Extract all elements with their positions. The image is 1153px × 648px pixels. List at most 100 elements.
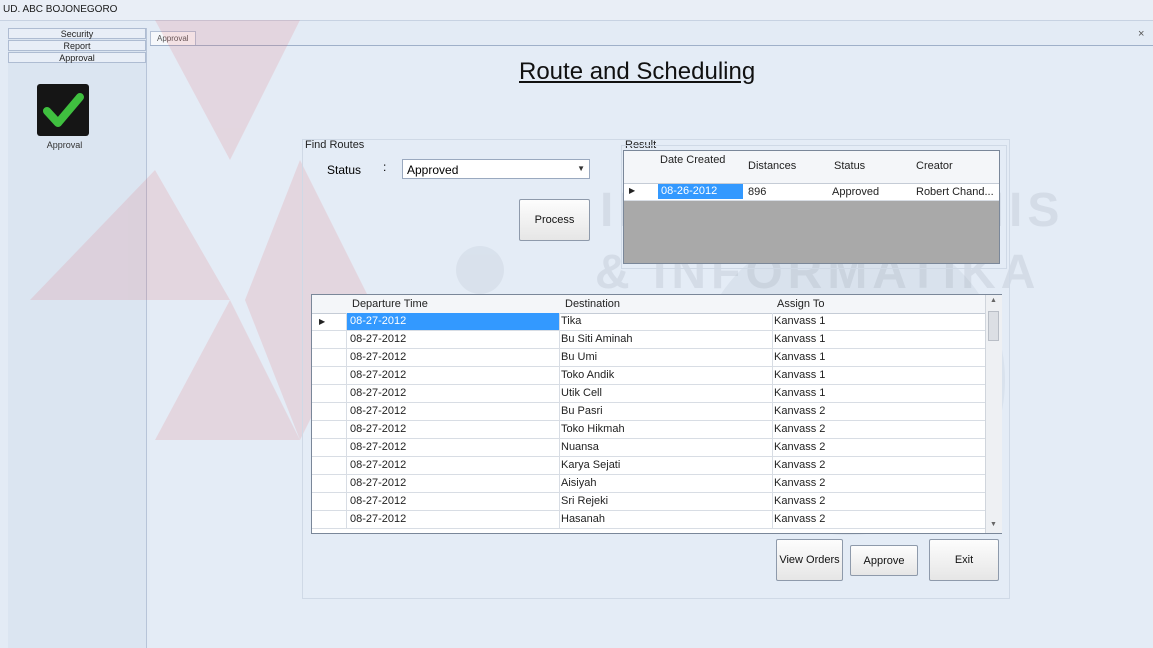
status-label: Status xyxy=(327,163,362,177)
destination-cell[interactable]: Hasanah xyxy=(561,511,766,528)
scrollbar-thumb[interactable] xyxy=(988,311,999,341)
title-bar xyxy=(0,0,1153,21)
departure-time-cell[interactable]: 08-27-2012 xyxy=(346,403,560,420)
assign-to-cell[interactable]: Kanvass 2 xyxy=(774,421,979,438)
departure-time-cell[interactable]: 08-27-2012 xyxy=(346,331,560,348)
assign-to-cell[interactable]: Kanvass 2 xyxy=(774,403,979,420)
approval-app-icon[interactable] xyxy=(37,84,89,136)
column-divider xyxy=(346,349,347,367)
status-select-value: Approved xyxy=(407,163,459,177)
table-row[interactable]: 08-27-2012 Karya Sejati Kanvass 2 xyxy=(312,457,985,475)
departure-time-cell[interactable]: 08-27-2012 xyxy=(346,313,560,330)
column-header-distances[interactable]: Distances xyxy=(748,160,796,172)
column-divider xyxy=(559,331,560,349)
destination-cell[interactable]: Bu Siti Aminah xyxy=(561,331,766,348)
status-select[interactable]: Approved ▼ xyxy=(402,159,590,179)
table-row[interactable]: 08-27-2012 Toko Hikmah Kanvass 2 xyxy=(312,421,985,439)
destination-cell[interactable]: Bu Umi xyxy=(561,349,766,366)
column-divider xyxy=(772,367,773,385)
table-row[interactable]: 08-27-2012 Bu Pasri Kanvass 2 xyxy=(312,403,985,421)
column-header-assign-to[interactable]: Assign To xyxy=(777,298,825,310)
column-divider xyxy=(772,349,773,367)
table-row[interactable]: 08-27-2012 Sri Rejeki Kanvass 2 xyxy=(312,493,985,511)
destination-cell[interactable]: Aisiyah xyxy=(561,475,766,492)
departure-time-cell[interactable]: 08-27-2012 xyxy=(346,349,560,366)
departure-time-cell[interactable]: 08-27-2012 xyxy=(346,457,560,474)
table-row[interactable]: ▶ 08-27-2012 Tika Kanvass 1 xyxy=(312,313,985,331)
column-divider xyxy=(559,313,560,331)
departure-time-cell[interactable]: 08-27-2012 xyxy=(346,475,560,492)
destination-cell[interactable]: Nuansa xyxy=(561,439,766,456)
scroll-up-icon[interactable]: ▲ xyxy=(990,297,997,304)
assign-to-cell[interactable]: Kanvass 2 xyxy=(774,439,979,456)
result-status-cell[interactable]: Approved xyxy=(832,186,879,198)
departure-time-cell[interactable]: 08-27-2012 xyxy=(346,367,560,384)
assign-to-cell[interactable]: Kanvass 2 xyxy=(774,493,979,510)
nav-approval-button[interactable]: Approval xyxy=(8,52,146,63)
column-header-destination[interactable]: Destination xyxy=(565,298,620,310)
column-divider xyxy=(559,493,560,511)
table-row[interactable]: 08-27-2012 Nuansa Kanvass 2 xyxy=(312,439,985,457)
assign-to-cell[interactable]: Kanvass 1 xyxy=(774,385,979,402)
assign-to-cell[interactable]: Kanvass 1 xyxy=(774,313,979,330)
table-row[interactable]: 08-27-2012 Aisiyah Kanvass 2 xyxy=(312,475,985,493)
column-header-departure-time[interactable]: Departure Time xyxy=(352,298,428,310)
departure-time-cell[interactable]: 08-27-2012 xyxy=(346,493,560,510)
nav-security-button[interactable]: Security xyxy=(8,28,146,39)
column-header-creator[interactable]: Creator xyxy=(916,160,953,172)
assign-to-cell[interactable]: Kanvass 1 xyxy=(774,349,979,366)
destination-cell[interactable]: Karya Sejati xyxy=(561,457,766,474)
destination-cell[interactable]: Toko Andik xyxy=(561,367,766,384)
approval-app-label: Approval xyxy=(46,140,83,150)
table-row[interactable]: 08-27-2012 Bu Umi Kanvass 1 xyxy=(312,349,985,367)
column-divider xyxy=(559,403,560,421)
result-grid[interactable]: Date Created Distances Status Creator ▶ … xyxy=(623,150,1000,264)
column-divider xyxy=(346,475,347,493)
table-row[interactable]: 08-27-2012 Toko Andik Kanvass 1 xyxy=(312,367,985,385)
result-date-cell[interactable]: 08-26-2012 xyxy=(658,184,743,199)
column-divider xyxy=(346,439,347,457)
assign-to-cell[interactable]: Kanvass 2 xyxy=(774,475,979,492)
departure-time-cell[interactable]: 08-27-2012 xyxy=(346,421,560,438)
table-row[interactable]: 08-27-2012 Hasanah Kanvass 2 xyxy=(312,511,985,529)
column-divider xyxy=(772,385,773,403)
column-divider xyxy=(346,493,347,511)
column-header-date-created[interactable]: Date Created xyxy=(660,154,730,166)
assign-to-cell[interactable]: Kanvass 2 xyxy=(774,511,979,528)
schedule-grid[interactable]: Departure Time Destination Assign To ▶ 08… xyxy=(311,294,1002,534)
column-divider xyxy=(772,457,773,475)
destination-cell[interactable]: Tika xyxy=(561,313,766,330)
exit-button[interactable]: Exit xyxy=(929,539,999,581)
result-creator-cell[interactable]: Robert Chand... xyxy=(916,186,998,198)
destination-cell[interactable]: Utik Cell xyxy=(561,385,766,402)
close-icon[interactable]: × xyxy=(1138,28,1144,40)
approve-button[interactable]: Approve xyxy=(850,545,918,576)
assign-to-cell[interactable]: Kanvass 1 xyxy=(774,367,979,384)
chevron-down-icon: ▼ xyxy=(577,164,585,173)
tab-approval[interactable]: Approval xyxy=(150,31,196,46)
nav-report-button[interactable]: Report xyxy=(8,40,146,51)
view-orders-button[interactable]: View Orders xyxy=(776,539,843,581)
table-row[interactable]: 08-27-2012 Bu Siti Aminah Kanvass 1 xyxy=(312,331,985,349)
scrollbar[interactable]: ▲ ▼ xyxy=(985,295,1002,533)
assign-to-cell[interactable]: Kanvass 2 xyxy=(774,457,979,474)
column-divider xyxy=(346,421,347,439)
column-divider xyxy=(772,403,773,421)
assign-to-cell[interactable]: Kanvass 1 xyxy=(774,331,979,348)
departure-time-cell[interactable]: 08-27-2012 xyxy=(346,439,560,456)
scroll-down-icon[interactable]: ▼ xyxy=(990,521,997,528)
process-button[interactable]: Process xyxy=(519,199,590,241)
departure-time-cell[interactable]: 08-27-2012 xyxy=(346,511,560,528)
destination-cell[interactable]: Toko Hikmah xyxy=(561,421,766,438)
status-colon: : xyxy=(383,160,387,174)
table-row[interactable]: ▶ 08-26-2012 896 Approved Robert Chand..… xyxy=(624,184,999,201)
table-row[interactable]: 08-27-2012 Utik Cell Kanvass 1 xyxy=(312,385,985,403)
result-distance-cell[interactable]: 896 xyxy=(748,186,766,198)
destination-cell[interactable]: Bu Pasri xyxy=(561,403,766,420)
column-divider xyxy=(346,385,347,403)
column-header-status[interactable]: Status xyxy=(834,160,865,172)
destination-cell[interactable]: Sri Rejeki xyxy=(561,493,766,510)
column-divider xyxy=(559,457,560,475)
column-divider xyxy=(559,475,560,493)
departure-time-cell[interactable]: 08-27-2012 xyxy=(346,385,560,402)
